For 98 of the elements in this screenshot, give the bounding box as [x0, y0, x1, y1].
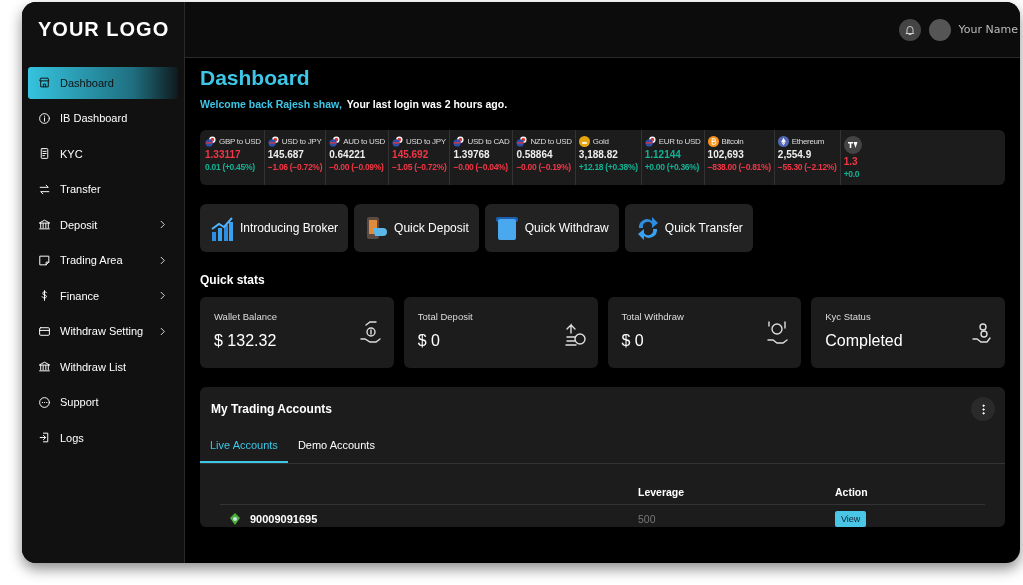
- sidebar-item[interactable]: Logs: [28, 422, 178, 454]
- stat-label: Total Withdraw: [621, 311, 685, 322]
- ticker-price: 3,188.82: [578, 149, 619, 160]
- ticker-change: −1.05 (−0.72%): [392, 162, 447, 172]
- card-title: My Trading Accounts: [211, 402, 332, 416]
- note-icon: [38, 253, 51, 267]
- notification-button[interactable]: [898, 18, 921, 41]
- logout-icon: [38, 431, 51, 445]
- column-header: Leverage: [638, 486, 686, 498]
- tab[interactable]: Demo Accounts: [287, 429, 385, 463]
- bitcoin-icon: [707, 136, 719, 147]
- ticker-change: 0.01 (+0.45%): [205, 162, 256, 172]
- document-icon: [38, 147, 51, 161]
- info-icon: [38, 111, 51, 125]
- flag-icon: [392, 136, 404, 147]
- section-title: Quick stats: [200, 273, 266, 287]
- bell-icon: [903, 23, 916, 36]
- ticker-price: 2,554.9: [777, 149, 813, 160]
- ticker-symbol[interactable]: USD to CAD: [467, 137, 510, 146]
- avatar[interactable]: [928, 18, 951, 41]
- ticker-change: −0.00 (−0.09%): [329, 162, 385, 172]
- flag-icon: [516, 136, 528, 147]
- sidebar-item[interactable]: Support: [28, 386, 178, 418]
- ticker-change: −838.00 (−0.81%): [707, 162, 771, 172]
- ticker-symbol[interactable]: NZD to USD: [530, 137, 572, 146]
- view-button[interactable]: View: [835, 511, 867, 527]
- sidebar-item[interactable]: Withdraw Setting: [28, 315, 178, 347]
- flag-icon: [644, 136, 656, 147]
- ticker-symbol[interactable]: EUR to USD: [658, 137, 701, 146]
- ticker-price: 1.33117: [205, 149, 242, 160]
- ticker-price: 0.64221: [329, 149, 367, 160]
- exchange-icon: [38, 182, 51, 196]
- quick-action-button[interactable]: Quick Withdraw: [484, 204, 619, 252]
- stat-value: Completed: [825, 332, 904, 350]
- sidebar-item[interactable]: IB Dashboard: [28, 102, 178, 134]
- stat-value: $ 132.32: [214, 332, 278, 350]
- flag-icon: [205, 136, 216, 147]
- flag-icon: [329, 136, 341, 147]
- sidebar-item[interactable]: Deposit: [28, 209, 178, 241]
- quick-action-button[interactable]: Introducing Broker: [200, 204, 349, 252]
- column-header: Action: [835, 486, 869, 498]
- withdraw-card-icon: [494, 214, 519, 242]
- flag-icon: [267, 136, 279, 147]
- ethereum-icon: [777, 136, 789, 147]
- flag-icon: [453, 136, 465, 147]
- ticker-symbol[interactable]: USD to JPY: [406, 137, 446, 146]
- quick-action-button[interactable]: Quick Deposit: [354, 204, 479, 252]
- ticker-price: 0.58864: [516, 149, 554, 160]
- ticker-change: −0.00 (−0.04%): [453, 162, 509, 172]
- bank-icon: [38, 218, 51, 232]
- account-icon: [228, 512, 242, 526]
- stat-label: Wallet Balance: [214, 311, 278, 322]
- hand-phone-icon: [364, 214, 389, 242]
- sidebar-item[interactable]: KYC: [28, 138, 178, 170]
- page-title: Dashboard: [200, 66, 311, 90]
- sidebar-item[interactable]: Transfer: [28, 173, 178, 205]
- sidebar-item[interactable]: Dashboard: [28, 67, 178, 99]
- tab[interactable]: Live Accounts: [200, 429, 288, 463]
- leverage-value: 500: [638, 513, 657, 525]
- bank-icon: [38, 360, 51, 374]
- account-number: 90009091695: [250, 513, 318, 525]
- coin-hand-icon: [765, 319, 790, 347]
- ticker-price: 1.39768: [453, 149, 491, 160]
- ticker-price: 102,693: [707, 149, 745, 160]
- brand-icon: [843, 136, 862, 154]
- stat-value: $ 0: [621, 332, 645, 350]
- coin-icon: [578, 136, 590, 147]
- stat-value: $ 0: [417, 332, 441, 350]
- ticker-price: 145.687: [267, 149, 305, 160]
- chat-icon: [38, 395, 51, 409]
- ticker-symbol[interactable]: GBP to USD: [219, 137, 261, 146]
- stat-label: Kyc Status: [825, 311, 872, 322]
- stat-label: Total Deposit: [417, 311, 474, 322]
- last-login-text: Your last login was 2 hours ago.: [346, 98, 508, 110]
- ticker-change: −1.06 (−0.72%): [267, 162, 323, 172]
- ticker-symbol[interactable]: Bitcoin: [721, 137, 744, 146]
- sidebar-item[interactable]: Finance: [28, 280, 178, 312]
- ticker-symbol[interactable]: USD to JPY: [281, 137, 322, 146]
- more-button[interactable]: [971, 397, 995, 421]
- logo: YOUR LOGO: [37, 17, 171, 42]
- user-name[interactable]: Your Name: [958, 23, 1018, 36]
- ticker-price: 1.3: [843, 156, 859, 167]
- ticker-symbol[interactable]: AUD to USD: [343, 137, 386, 146]
- ticker-change: −0.00 (−0.19%): [516, 162, 572, 172]
- quick-action-button[interactable]: Quick Transfer: [624, 204, 753, 252]
- ticker-symbol[interactable]: Gold: [592, 137, 609, 146]
- sidebar-item[interactable]: Withdraw List: [28, 351, 178, 383]
- ticker-symbol[interactable]: Ethereum: [791, 137, 825, 146]
- ticker-change: −55.30 (−2.12%): [777, 162, 837, 172]
- store-icon: [38, 76, 51, 90]
- ticker-price: 1.12144: [644, 149, 682, 160]
- ticker-price: 145.692: [392, 149, 430, 160]
- ticker-change: +0.00 (+0.36%): [644, 162, 701, 172]
- ticker-change: +0.0: [843, 169, 861, 179]
- sidebar-item[interactable]: Trading Area: [28, 244, 178, 276]
- wallet-icon: [38, 324, 51, 338]
- welcome-greeting: Welcome back Rajesh shaw,: [200, 98, 342, 110]
- ticker-change: +12.18 (+0.38%): [578, 162, 638, 172]
